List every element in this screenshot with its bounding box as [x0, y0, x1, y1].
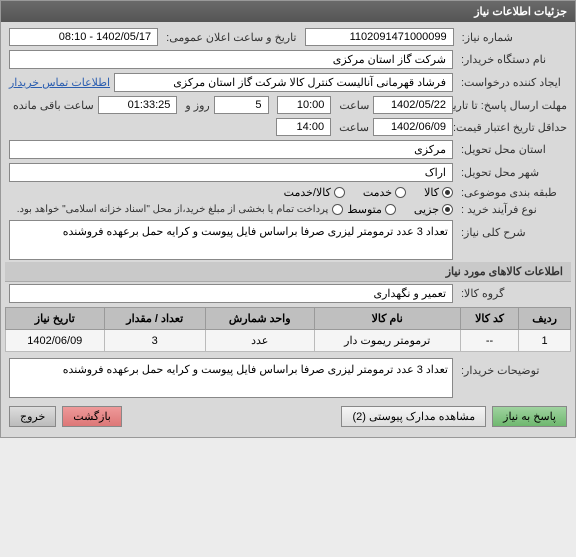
- items-section-title: اطلاعات کالاهای مورد نیاز: [5, 262, 571, 282]
- buyer-notes-value: تعداد 3 عدد ترمومتر لیزری صرفا براساس فا…: [9, 358, 453, 398]
- validity-date: 1402/06/09: [373, 118, 453, 136]
- subject-class-label: طبقه بندی موضوعی:: [457, 186, 567, 199]
- cell-date: 1402/06/09: [6, 330, 105, 352]
- creator-label: ایجاد کننده درخواست:: [457, 76, 567, 89]
- deadline-time: 10:00: [277, 96, 332, 114]
- rooz-label: روز و: [181, 99, 209, 112]
- attachments-button[interactable]: مشاهده مدارک پیوستی (2): [341, 406, 486, 427]
- th-name: نام کالا: [314, 308, 460, 330]
- validity-time: 14:00: [276, 118, 331, 136]
- radio-jozi[interactable]: [442, 204, 453, 215]
- validity-label: حداقل تاریخ اعتبار قیمت: تا تاریخ:: [457, 121, 567, 134]
- group-label: گروه کالا:: [457, 287, 567, 300]
- general-desc-label: شرح کلی نیاز:: [457, 220, 567, 239]
- group-value: تعمیر و نگهداری: [9, 284, 453, 303]
- radio-kala-label: کالا: [424, 186, 439, 199]
- th-code: کد کالا: [460, 308, 518, 330]
- items-table: ردیف کد کالا نام کالا واحد شمارش تعداد /…: [5, 307, 571, 352]
- cell-idx: 1: [519, 330, 571, 352]
- creator-value: فرشاد قهرمانی آنالیست کنترل کالا شرکت گا…: [114, 73, 453, 92]
- purchase-type-group: جزیی متوسط: [347, 203, 453, 216]
- need-details-panel: جزئیات اطلاعات نیاز شماره نیاز: 11020914…: [0, 0, 576, 438]
- need-no-label: شماره نیاز:: [458, 31, 567, 44]
- saat-label-2: ساعت: [335, 121, 369, 134]
- buyer-org-value: شرکت گاز استان مرکزی: [9, 50, 453, 69]
- radio-motavaset-label: متوسط: [347, 203, 382, 216]
- th-date: تاریخ نیاز: [6, 308, 105, 330]
- cell-unit: عدد: [205, 330, 314, 352]
- panel-body: شماره نیاز: 1102091471000099 تاریخ و ساع…: [1, 22, 575, 437]
- province-label: استان محل تحویل:: [457, 143, 567, 156]
- radio-kala-khedmat[interactable]: [334, 187, 345, 198]
- buyer-org-label: نام دستگاه خریدار:: [457, 53, 567, 66]
- announce-label: تاریخ و ساعت اعلان عمومی:: [162, 31, 296, 44]
- cell-name: ترمومتر ریموت دار: [314, 330, 460, 352]
- radio-jozi-label: جزیی: [414, 203, 439, 216]
- buyer-notes-label: توضیحات خریدار:: [457, 358, 567, 377]
- deadline-remain: 01:33:25: [98, 96, 178, 114]
- th-unit: واحد شمارش: [205, 308, 314, 330]
- panel-title: جزئیات اطلاعات نیاز: [1, 1, 575, 22]
- baghi-label: ساعت باقی مانده: [9, 99, 94, 112]
- general-desc-value: تعداد 3 عدد ترمومتر لیزری صرفا براساس فا…: [9, 220, 453, 260]
- payment-note: پرداخت تمام یا بخشی از مبلغ خرید،از محل …: [17, 204, 329, 215]
- subject-class-group: کالا خدمت کالا/خدمت: [284, 186, 453, 199]
- deadline-label: مهلت ارسال پاسخ: تا تاریخ:: [457, 99, 567, 112]
- city-value: اراک: [9, 163, 453, 182]
- deadline-date: 1402/05/22: [373, 96, 453, 114]
- need-no-value: 1102091471000099: [305, 28, 454, 46]
- contact-link[interactable]: اطلاعات تماس خریدار: [9, 76, 110, 89]
- back-button[interactable]: بازگشت: [62, 406, 122, 427]
- cell-qty: 3: [104, 330, 205, 352]
- deadline-days: 5: [214, 96, 269, 114]
- th-qty: تعداد / مقدار: [104, 308, 205, 330]
- radio-kala[interactable]: [442, 187, 453, 198]
- radio-khedmat-label: خدمت: [363, 186, 392, 199]
- city-label: شهر محل تحویل:: [457, 166, 567, 179]
- radio-kala-khedmat-label: کالا/خدمت: [284, 186, 331, 199]
- radio-motavaset[interactable]: [385, 204, 396, 215]
- th-idx: ردیف: [519, 308, 571, 330]
- saat-label-1: ساعت: [335, 99, 369, 112]
- purchase-type-label: نوع فرآیند خرید :: [457, 203, 567, 216]
- province-value: مرکزی: [9, 140, 453, 159]
- exit-button[interactable]: خروج: [9, 406, 56, 427]
- table-row[interactable]: 1 -- ترمومتر ریموت دار عدد 3 1402/06/09: [6, 330, 571, 352]
- cell-code: --: [460, 330, 518, 352]
- button-row: پاسخ به نیاز مشاهده مدارک پیوستی (2) باز…: [5, 400, 571, 433]
- reply-button[interactable]: پاسخ به نیاز: [492, 406, 567, 427]
- checkbox-payment-note[interactable]: [332, 204, 343, 215]
- announce-value: 1402/05/17 - 08:10: [9, 28, 158, 46]
- radio-khedmat[interactable]: [395, 187, 406, 198]
